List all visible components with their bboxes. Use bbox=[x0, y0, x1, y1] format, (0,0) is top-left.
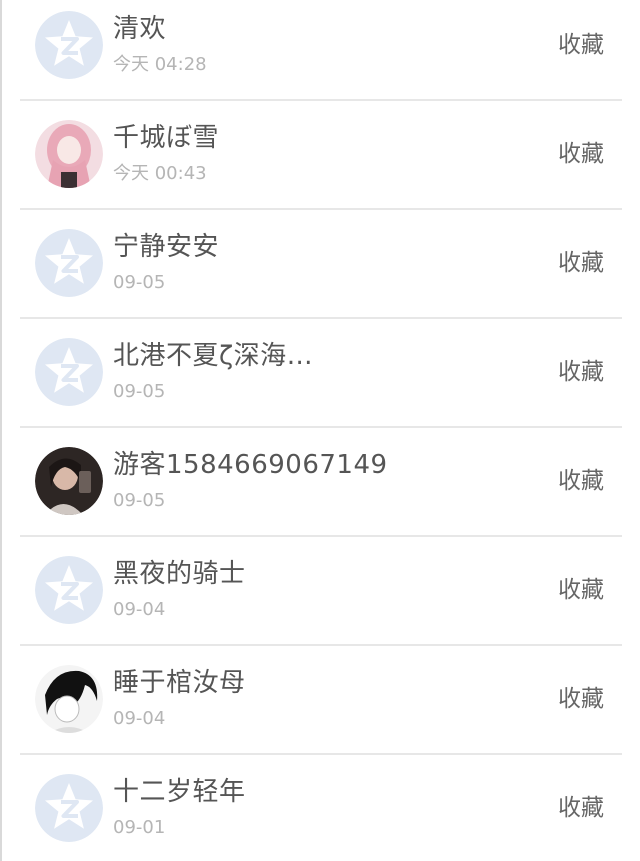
visit-time: 09-01 bbox=[113, 817, 166, 838]
qzone-default-avatar-icon[interactable] bbox=[35, 774, 103, 842]
favorite-button[interactable]: 收藏 bbox=[558, 576, 604, 604]
qzone-default-avatar-icon[interactable] bbox=[35, 338, 103, 406]
visitor-name[interactable]: 黑夜的骑士 bbox=[113, 559, 246, 589]
visitor-name[interactable]: 十二岁轻年 bbox=[113, 777, 246, 807]
favorite-button[interactable]: 收藏 bbox=[558, 685, 604, 713]
left-edge-divider bbox=[0, 0, 2, 861]
favorite-button[interactable]: 收藏 bbox=[558, 794, 604, 822]
visitor-list-screen: 清欢 今天 04:28 收藏 千城ぼ雪 今天 00:43 收藏 宁静安安 09-… bbox=[0, 0, 640, 861]
user-photo-avatar[interactable] bbox=[35, 447, 103, 515]
list-item[interactable]: 清欢 今天 04:28 收藏 bbox=[20, 0, 622, 101]
list-item[interactable]: 北港不夏ζ深海… 09-05 收藏 bbox=[20, 319, 622, 428]
visitor-name[interactable]: 游客1584669067149 bbox=[113, 450, 388, 480]
visit-time: 09-04 bbox=[113, 708, 166, 729]
favorite-button[interactable]: 收藏 bbox=[558, 467, 604, 495]
list-item[interactable]: 睡于棺汝母 09-04 收藏 bbox=[20, 646, 622, 755]
visitor-name[interactable]: 北港不夏ζ深海… bbox=[113, 341, 313, 371]
visitor-name[interactable]: 清欢 bbox=[113, 14, 166, 44]
user-photo-avatar[interactable] bbox=[35, 665, 103, 733]
visit-time: 09-05 bbox=[113, 272, 166, 293]
qzone-default-avatar-icon[interactable] bbox=[35, 11, 103, 79]
visit-time: 今天 00:43 bbox=[113, 163, 207, 184]
visit-time: 今天 04:28 bbox=[113, 54, 207, 75]
user-photo-avatar[interactable] bbox=[35, 120, 103, 188]
favorite-button[interactable]: 收藏 bbox=[558, 358, 604, 386]
list-item[interactable]: 黑夜的骑士 09-04 收藏 bbox=[20, 537, 622, 646]
qzone-default-avatar-icon[interactable] bbox=[35, 556, 103, 624]
list-item[interactable]: 十二岁轻年 09-01 收藏 bbox=[20, 755, 622, 861]
visitor-list: 清欢 今天 04:28 收藏 千城ぼ雪 今天 00:43 收藏 宁静安安 09-… bbox=[20, 0, 622, 861]
visit-time: 09-05 bbox=[113, 381, 166, 402]
list-item[interactable]: 宁静安安 09-05 收藏 bbox=[20, 210, 622, 319]
visit-time: 09-04 bbox=[113, 599, 166, 620]
list-item[interactable]: 千城ぼ雪 今天 00:43 收藏 bbox=[20, 101, 622, 210]
favorite-button[interactable]: 收藏 bbox=[558, 31, 604, 59]
favorite-button[interactable]: 收藏 bbox=[558, 140, 604, 168]
visitor-name[interactable]: 睡于棺汝母 bbox=[113, 668, 246, 698]
qzone-default-avatar-icon[interactable] bbox=[35, 229, 103, 297]
visitor-name[interactable]: 宁静安安 bbox=[113, 232, 219, 262]
visitor-name[interactable]: 千城ぼ雪 bbox=[113, 123, 219, 153]
visit-time: 09-05 bbox=[113, 490, 166, 511]
list-item[interactable]: 游客1584669067149 09-05 收藏 bbox=[20, 428, 622, 537]
favorite-button[interactable]: 收藏 bbox=[558, 249, 604, 277]
